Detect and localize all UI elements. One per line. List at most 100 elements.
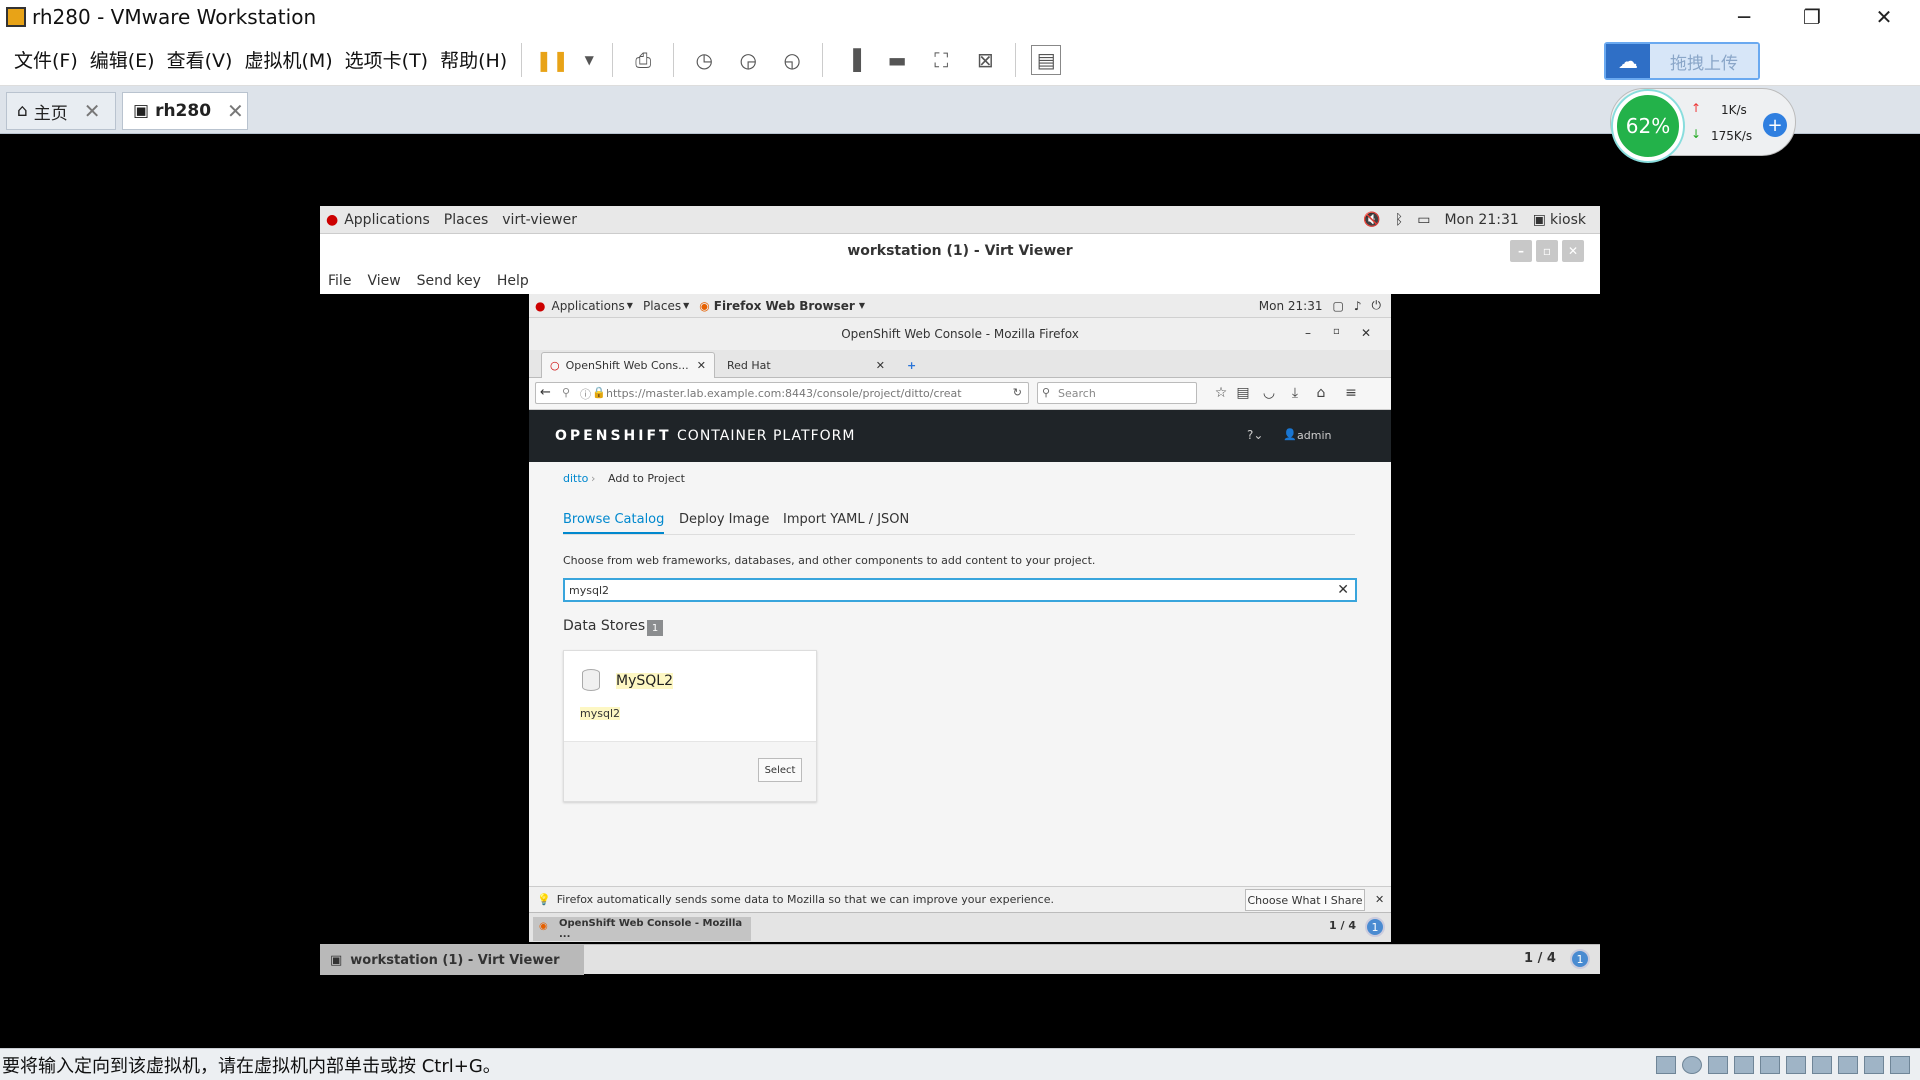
pause-dropdown-icon[interactable]: ▼ <box>581 45 597 75</box>
menu-help[interactable]: 帮助(H) <box>434 46 513 73</box>
home-icon[interactable]: ⌂ <box>1313 385 1329 401</box>
inner-clock[interactable]: Mon 21:31 <box>1259 299 1323 313</box>
url-bar[interactable]: ← ⚲ ⓘ 🔒 https://master.lab.example.com:8… <box>535 382 1029 404</box>
tab-close-icon[interactable]: ✕ <box>227 99 244 123</box>
card-tag[interactable]: mysql2 <box>580 707 620 720</box>
vv-menu-sendkey[interactable]: Send key <box>417 273 481 289</box>
catalog-card-mysql2[interactable]: MySQL2 mysql2 Select <box>563 650 817 802</box>
show-library-icon[interactable]: ▐ <box>838 45 868 75</box>
network-adapter-icon[interactable] <box>1708 1055 1728 1074</box>
menu-file[interactable]: 文件(F) <box>8 46 84 73</box>
notification-icon[interactable]: 1 <box>1570 949 1590 969</box>
info-icon[interactable]: ⓘ <box>580 386 591 402</box>
tab-rh280[interactable]: ▣ rh280 ✕ <box>122 92 248 130</box>
full-screen-icon[interactable]: ⛶ <box>926 45 956 75</box>
send-ctrl-alt-del-icon[interactable]: ⎙ <box>628 45 658 75</box>
vv-minimize-button[interactable]: – <box>1510 240 1532 262</box>
tab-browse-catalog[interactable]: Browse Catalog <box>563 512 665 534</box>
console-view-icon[interactable]: ▤ <box>1031 44 1062 75</box>
printer-icon[interactable] <box>1812 1055 1832 1074</box>
ff-maximize-button[interactable]: ▫ <box>1333 326 1340 337</box>
card-title[interactable]: MySQL2 <box>616 673 673 689</box>
stretch-icon[interactable] <box>1890 1055 1910 1074</box>
reading-list-icon[interactable]: ▤ <box>1235 385 1251 401</box>
openshift-brand[interactable]: OPENSHIFT CONTAINER PLATFORM <box>555 428 855 444</box>
vv-menu-help[interactable]: Help <box>497 273 529 289</box>
search-box[interactable]: ⚲ Search <box>1037 382 1197 404</box>
inner-applications-menu[interactable]: Applications <box>551 299 624 313</box>
menu-tabs[interactable]: 选项卡(T) <box>339 46 434 73</box>
usb-icon[interactable] <box>1760 1055 1780 1074</box>
pocket-icon[interactable]: ◡ <box>1261 385 1277 401</box>
back-icon[interactable]: ← <box>540 385 551 400</box>
clock[interactable]: Mon 21:31 <box>1444 212 1518 228</box>
close-button[interactable]: ✕ <box>1856 0 1912 34</box>
menu-edit[interactable]: 编辑(E) <box>84 46 161 73</box>
ff-tab-openshift[interactable]: ○ OpenShift Web Cons... ✕ <box>541 352 715 378</box>
message-icon[interactable] <box>1864 1055 1884 1074</box>
network-adapter-icon[interactable] <box>1734 1055 1754 1074</box>
screen-icon[interactable]: ▢ <box>1332 299 1343 313</box>
outer-taskbar-virt-viewer[interactable]: ▣ workstation (1) - Virt Viewer <box>320 945 584 975</box>
select-button[interactable]: Select <box>758 758 802 782</box>
take-snapshot-icon[interactable]: ◷ <box>689 45 719 75</box>
inner-places-menu[interactable]: Places <box>643 299 681 313</box>
tab-import-yaml[interactable]: Import YAML / JSON <box>783 512 909 527</box>
thumbnail-bar-icon[interactable]: ▬ <box>882 45 912 75</box>
add-icon[interactable]: + <box>1763 113 1787 137</box>
vv-menu-view[interactable]: View <box>367 273 400 289</box>
notice-close-icon[interactable]: ✕ <box>1375 893 1384 906</box>
user-menu[interactable]: admin <box>1297 429 1331 442</box>
network-monitor-widget[interactable]: 62% ↑ 1K/s ↓ 175K/s + <box>1610 88 1796 161</box>
inner-workspace-pager[interactable]: 1 / 4 <box>1329 919 1356 932</box>
applications-menu[interactable]: Applications <box>344 212 430 228</box>
workspace-pager[interactable]: 1 / 4 <box>1524 951 1556 966</box>
tab-close-icon[interactable]: ✕ <box>84 99 101 123</box>
tab-close-icon[interactable]: ✕ <box>697 359 706 372</box>
vv-close-button[interactable]: ✕ <box>1562 240 1584 262</box>
bookmark-star-icon[interactable]: ☆ <box>1213 385 1229 401</box>
sound-icon[interactable] <box>1786 1055 1806 1074</box>
tab-deploy-image[interactable]: Deploy Image <box>679 512 769 527</box>
vv-maximize-button[interactable]: ▫ <box>1536 240 1558 262</box>
menu-vm[interactable]: 虚拟机(M) <box>238 46 338 73</box>
inner-active-window[interactable]: Firefox Web Browser <box>714 299 855 313</box>
volume-muted-icon[interactable]: 🔇 <box>1363 212 1380 228</box>
active-window-name[interactable]: virt-viewer <box>502 212 577 228</box>
menu-view[interactable]: 查看(V) <box>161 46 239 73</box>
choose-what-i-share-button[interactable]: Choose What I Share <box>1245 889 1365 911</box>
revert-snapshot-icon[interactable]: ◶ <box>733 45 763 75</box>
drag-upload-button[interactable]: ☁ 拖拽上传 <box>1604 42 1760 80</box>
inner-taskbar-firefox[interactable]: ◉ OpenShift Web Console - Mozilla ... <box>533 917 751 941</box>
breadcrumb-project[interactable]: ditto <box>563 472 588 485</box>
power-icon[interactable]: ⏻ <box>1372 298 1382 313</box>
restore-button[interactable]: ❐ <box>1784 0 1840 34</box>
minimize-button[interactable]: ─ <box>1716 0 1772 34</box>
tab-home[interactable]: ⌂ 主页 ✕ <box>6 92 116 130</box>
hamburger-menu-icon[interactable]: ≡ <box>1343 385 1359 401</box>
url-text[interactable]: https://master.lab.example.com:8443/cons… <box>606 387 962 400</box>
tab-close-icon[interactable]: ✕ <box>876 359 885 372</box>
bluetooth-icon[interactable]: ᛒ <box>1395 212 1403 228</box>
download-icon[interactable]: ⤓ <box>1287 385 1303 401</box>
help-icon[interactable]: ?⌄ <box>1247 428 1263 442</box>
hard-disk-icon[interactable] <box>1656 1055 1676 1074</box>
volume-icon[interactable]: ♪ <box>1354 299 1362 313</box>
ff-tab-redhat[interactable]: Red Hat ✕ <box>719 352 893 378</box>
places-menu[interactable]: Places <box>444 212 489 228</box>
clear-filter-icon[interactable]: ✕ <box>1337 582 1349 598</box>
pause-icon[interactable]: ❚❚ <box>535 45 569 75</box>
ff-minimize-button[interactable]: – <box>1305 326 1311 340</box>
cd-drive-icon[interactable] <box>1682 1055 1702 1074</box>
display-icon[interactable] <box>1838 1055 1858 1074</box>
unity-icon[interactable]: ⊠ <box>970 45 1000 75</box>
reload-icon[interactable]: ↻ <box>1013 386 1022 399</box>
catalog-filter-input[interactable]: mysql2 ✕ <box>563 578 1357 602</box>
inner-notification-icon[interactable]: 1 <box>1365 917 1385 937</box>
snapshot-manager-icon[interactable]: ◵ <box>777 45 807 75</box>
vv-menu-file[interactable]: File <box>328 273 351 289</box>
ff-close-button[interactable]: ✕ <box>1361 326 1371 340</box>
network-icon[interactable]: ▭ <box>1417 212 1430 228</box>
user-menu[interactable]: kiosk <box>1550 212 1586 228</box>
new-tab-button[interactable]: + <box>899 352 924 378</box>
